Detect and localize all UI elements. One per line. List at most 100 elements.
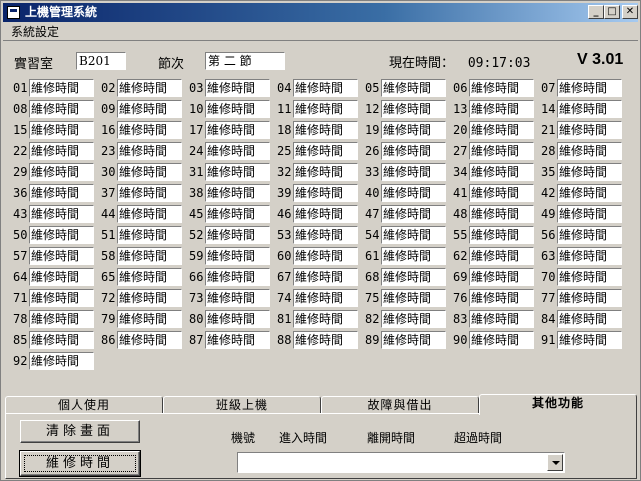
machine-cell[interactable]: 82 維修時間: [365, 310, 447, 328]
machine-cell[interactable]: 32 維修時間: [277, 163, 359, 181]
machine-cell[interactable]: 46 維修時間: [277, 205, 359, 223]
machine-status[interactable]: 維修時間: [381, 184, 446, 202]
machine-status[interactable]: 維修時間: [381, 121, 446, 139]
machine-cell[interactable]: 29 維修時間: [13, 163, 95, 181]
machine-status[interactable]: 維修時間: [205, 100, 270, 118]
machine-cell[interactable]: 68 維修時間: [365, 268, 447, 286]
machine-cell[interactable]: 31 維修時間: [189, 163, 271, 181]
machine-status[interactable]: 維修時間: [205, 79, 270, 97]
machine-cell[interactable]: 33 維修時間: [365, 163, 447, 181]
machine-status[interactable]: 維修時間: [381, 247, 446, 265]
clear-screen-button[interactable]: 清除畫面: [20, 420, 140, 443]
machine-cell[interactable]: 09 維修時間: [101, 100, 183, 118]
minimize-button[interactable]: _: [588, 5, 604, 19]
machine-status[interactable]: 維修時間: [381, 310, 446, 328]
machine-cell[interactable]: 17 維修時間: [189, 121, 271, 139]
machine-cell[interactable]: 03 維修時間: [189, 79, 271, 97]
machine-status[interactable]: 維修時間: [29, 79, 94, 97]
machine-cell[interactable]: 15 維修時間: [13, 121, 95, 139]
machine-status[interactable]: 維修時間: [557, 310, 622, 328]
machine-cell[interactable]: 80 維修時間: [189, 310, 271, 328]
room-field[interactable]: B201: [76, 52, 126, 70]
machine-status[interactable]: 維修時間: [29, 289, 94, 307]
machine-cell[interactable]: 77 維修時間: [541, 289, 623, 307]
machine-status[interactable]: 維修時間: [469, 205, 534, 223]
machine-status[interactable]: 維修時間: [293, 205, 358, 223]
machine-status[interactable]: 維修時間: [469, 268, 534, 286]
machine-cell[interactable]: 47 維修時間: [365, 205, 447, 223]
machine-status[interactable]: 維修時間: [29, 100, 94, 118]
machine-status[interactable]: 維修時間: [205, 289, 270, 307]
machine-status[interactable]: 維修時間: [205, 247, 270, 265]
machine-status[interactable]: 維修時間: [557, 184, 622, 202]
machine-cell[interactable]: 07 維修時間: [541, 79, 623, 97]
machine-status[interactable]: 維修時間: [205, 310, 270, 328]
machine-status[interactable]: 維修時間: [293, 79, 358, 97]
machine-status[interactable]: 維修時間: [205, 331, 270, 349]
machine-cell[interactable]: 39 維修時間: [277, 184, 359, 202]
machine-status[interactable]: 維修時間: [293, 268, 358, 286]
machine-status[interactable]: 維修時間: [29, 142, 94, 160]
machine-cell[interactable]: 67 維修時間: [277, 268, 359, 286]
machine-status[interactable]: 維修時間: [381, 100, 446, 118]
machine-status[interactable]: 維修時間: [29, 331, 94, 349]
machine-status[interactable]: 維修時間: [205, 205, 270, 223]
machine-cell[interactable]: 19 維修時間: [365, 121, 447, 139]
machine-status[interactable]: 維修時間: [293, 226, 358, 244]
dropdown-arrow-icon[interactable]: [547, 454, 563, 471]
machine-status[interactable]: 維修時間: [381, 331, 446, 349]
machine-cell[interactable]: 70 維修時間: [541, 268, 623, 286]
machine-status[interactable]: 維修時間: [469, 121, 534, 139]
machine-status[interactable]: 維修時間: [469, 310, 534, 328]
machine-cell[interactable]: 87 維修時間: [189, 331, 271, 349]
machine-status[interactable]: 維修時間: [117, 100, 182, 118]
machine-cell[interactable]: 61 維修時間: [365, 247, 447, 265]
machine-status[interactable]: 維修時間: [293, 100, 358, 118]
machine-status[interactable]: 維修時間: [205, 142, 270, 160]
machine-cell[interactable]: 27 維修時間: [453, 142, 535, 160]
machine-cell[interactable]: 78 維修時間: [13, 310, 95, 328]
machine-status[interactable]: 維修時間: [29, 310, 94, 328]
machine-status[interactable]: 維修時間: [557, 226, 622, 244]
machine-status[interactable]: 維修時間: [29, 163, 94, 181]
machine-status[interactable]: 維修時間: [29, 247, 94, 265]
machine-status[interactable]: 維修時間: [557, 142, 622, 160]
machine-cell[interactable]: 69 維修時間: [453, 268, 535, 286]
period-field[interactable]: 第 二 節: [205, 52, 285, 70]
machine-cell[interactable]: 53 維修時間: [277, 226, 359, 244]
machine-status[interactable]: 維修時間: [205, 163, 270, 181]
machine-cell[interactable]: 18 維修時間: [277, 121, 359, 139]
machine-cell[interactable]: 55 維修時間: [453, 226, 535, 244]
machine-status[interactable]: 維修時間: [117, 289, 182, 307]
machine-status[interactable]: 維修時間: [557, 163, 622, 181]
app-icon[interactable]: [7, 6, 20, 19]
machine-cell[interactable]: 37 維修時間: [101, 184, 183, 202]
machine-cell[interactable]: 02 維修時間: [101, 79, 183, 97]
machine-cell[interactable]: 50 維修時間: [13, 226, 95, 244]
machine-cell[interactable]: 36 維修時間: [13, 184, 95, 202]
machine-status[interactable]: 維修時間: [557, 268, 622, 286]
machine-status[interactable]: 維修時間: [293, 331, 358, 349]
machine-status[interactable]: 維修時間: [469, 331, 534, 349]
machine-cell[interactable]: 12 維修時間: [365, 100, 447, 118]
machine-status[interactable]: 維修時間: [205, 184, 270, 202]
machine-cell[interactable]: 92 維修時間: [13, 352, 95, 370]
machine-cell[interactable]: 52 維修時間: [189, 226, 271, 244]
machine-cell[interactable]: 72 維修時間: [101, 289, 183, 307]
machine-cell[interactable]: 88 維修時間: [277, 331, 359, 349]
machine-status[interactable]: 維修時間: [293, 121, 358, 139]
machine-cell[interactable]: 81 維修時間: [277, 310, 359, 328]
machine-status[interactable]: 維修時間: [293, 142, 358, 160]
machine-status[interactable]: 維修時間: [117, 121, 182, 139]
machine-cell[interactable]: 57 維修時間: [13, 247, 95, 265]
machine-status[interactable]: 維修時間: [381, 226, 446, 244]
machine-cell[interactable]: 59 維修時間: [189, 247, 271, 265]
machine-status[interactable]: 維修時間: [29, 205, 94, 223]
machine-status[interactable]: 維修時間: [117, 79, 182, 97]
machine-status[interactable]: 維修時間: [381, 163, 446, 181]
machine-status[interactable]: 維修時間: [117, 226, 182, 244]
machine-status[interactable]: 維修時間: [117, 205, 182, 223]
machine-cell[interactable]: 58 維修時間: [101, 247, 183, 265]
machine-cell[interactable]: 30 維修時間: [101, 163, 183, 181]
machine-cell[interactable]: 04 維修時間: [277, 79, 359, 97]
